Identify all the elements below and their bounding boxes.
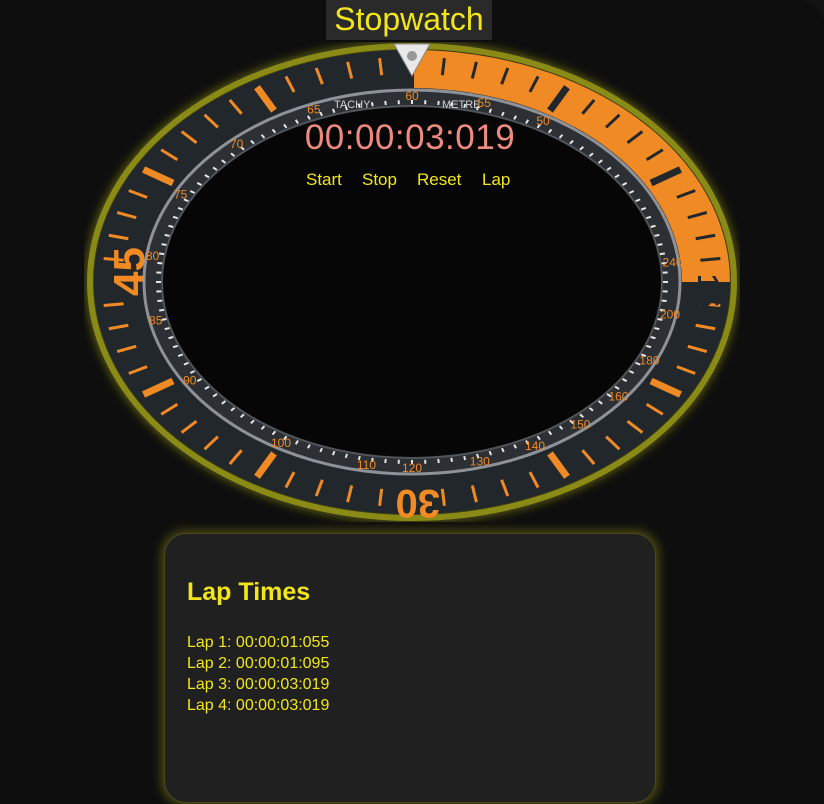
tachymeter-tick xyxy=(159,252,165,256)
tachymeter-number: 65 xyxy=(307,103,321,117)
tachymeter-tick xyxy=(650,336,656,340)
lap-list: Lap 1: 00:00:01:055 Lap 2: 00:00:01:095 … xyxy=(187,632,329,716)
bezel-tick xyxy=(700,256,721,262)
tachymeter-tick xyxy=(654,327,660,331)
tachymeter-number: 140 xyxy=(525,439,545,453)
bezel-label-15: 15 xyxy=(691,274,724,307)
stopwatch-controls: Start Stop Reset Lap xyxy=(300,170,530,194)
tachymeter-number: 180 xyxy=(639,354,659,368)
tachymeter-number: 75 xyxy=(174,188,188,202)
tachymeter-tick xyxy=(646,215,652,220)
lap-item: Lap 3: 00:00:03:019 xyxy=(187,676,330,693)
tachymeter-tick xyxy=(370,102,374,107)
tachymeter-number: 130 xyxy=(470,455,490,469)
lap-item: Lap 2: 00:00:01:095 xyxy=(187,655,330,672)
tachymeter-tick xyxy=(463,455,467,461)
tachymeter-number: 80 xyxy=(146,249,160,263)
lap-item: Lap 4: 00:00:03:019 xyxy=(187,697,330,714)
tachymeter-number: 150 xyxy=(570,417,590,431)
tachymeter-tick xyxy=(164,233,170,237)
tachymeter-tick xyxy=(654,233,660,237)
tachymeter-tick xyxy=(384,458,387,464)
tachymeter-number: 85 xyxy=(149,314,163,328)
metre-text: METRE xyxy=(442,99,481,111)
tachymeter-number: 90 xyxy=(183,374,197,388)
tachymeter-tick xyxy=(172,215,178,220)
tachymeter-tick xyxy=(344,453,348,459)
tachymeter-number: 160 xyxy=(608,390,628,404)
bezel-tick xyxy=(378,488,384,506)
lap-button[interactable]: Lap xyxy=(482,170,510,190)
tachymeter-tick xyxy=(384,100,387,106)
tachymeter-tick xyxy=(164,327,170,331)
tachymeter-tick xyxy=(161,243,167,246)
tachymeter-number: 110 xyxy=(357,458,376,472)
tachymeter-tick xyxy=(657,243,663,246)
tachymeter-number: 100 xyxy=(271,436,291,450)
tachymeter-tick xyxy=(437,458,440,464)
bezel-tick xyxy=(103,302,124,308)
tachymeter-number: 60 xyxy=(405,89,419,103)
tachymeter-number: 200 xyxy=(660,307,680,321)
bezel-tick xyxy=(440,488,446,506)
tachymeter-tick xyxy=(159,308,165,312)
start-button[interactable]: Start xyxy=(306,170,342,190)
dial-face xyxy=(161,105,663,459)
tachy-text: TACHY xyxy=(334,99,371,111)
tachymeter-tick xyxy=(168,336,174,340)
bezel-graphic: 45 30 15 TACHY METRE 6065707580859010011… xyxy=(87,43,737,522)
lap-times-panel: Lap Times Lap 1: 00:00:01:055 Lap 2: 00:… xyxy=(164,533,656,803)
tachymeter-tick xyxy=(650,224,656,228)
stopwatch-dial: 45 30 15 TACHY METRE 60 65 70 75 80 85 90 100 11… xyxy=(84,42,740,522)
tachymeter-number: 55 xyxy=(478,96,492,110)
tachymeter-tick xyxy=(450,457,454,462)
elapsed-time-display: 00:00:03:019 xyxy=(304,118,516,157)
tachymeter-tick xyxy=(172,344,178,349)
tachymeter-tick xyxy=(437,100,440,106)
tachymeter-number: 70 xyxy=(230,137,244,151)
lap-times-heading: Lap Times xyxy=(187,578,311,606)
bezel-label-30: 30 xyxy=(396,481,441,522)
reset-button[interactable]: Reset xyxy=(417,170,461,190)
tachymeter-tick xyxy=(659,252,665,256)
stop-button[interactable]: Stop xyxy=(362,170,397,190)
bezel-tick xyxy=(440,58,446,76)
tachymeter-tick xyxy=(646,344,652,349)
tachymeter-number: 120 xyxy=(402,461,422,475)
marker-pip xyxy=(407,51,417,61)
tachymeter-tick xyxy=(168,224,174,228)
page-title: Stopwatch xyxy=(326,0,492,40)
tachymeter-number: 240 xyxy=(663,256,683,270)
bezel-tick xyxy=(378,58,384,76)
lap-item: Lap 1: 00:00:01:055 xyxy=(187,634,330,651)
